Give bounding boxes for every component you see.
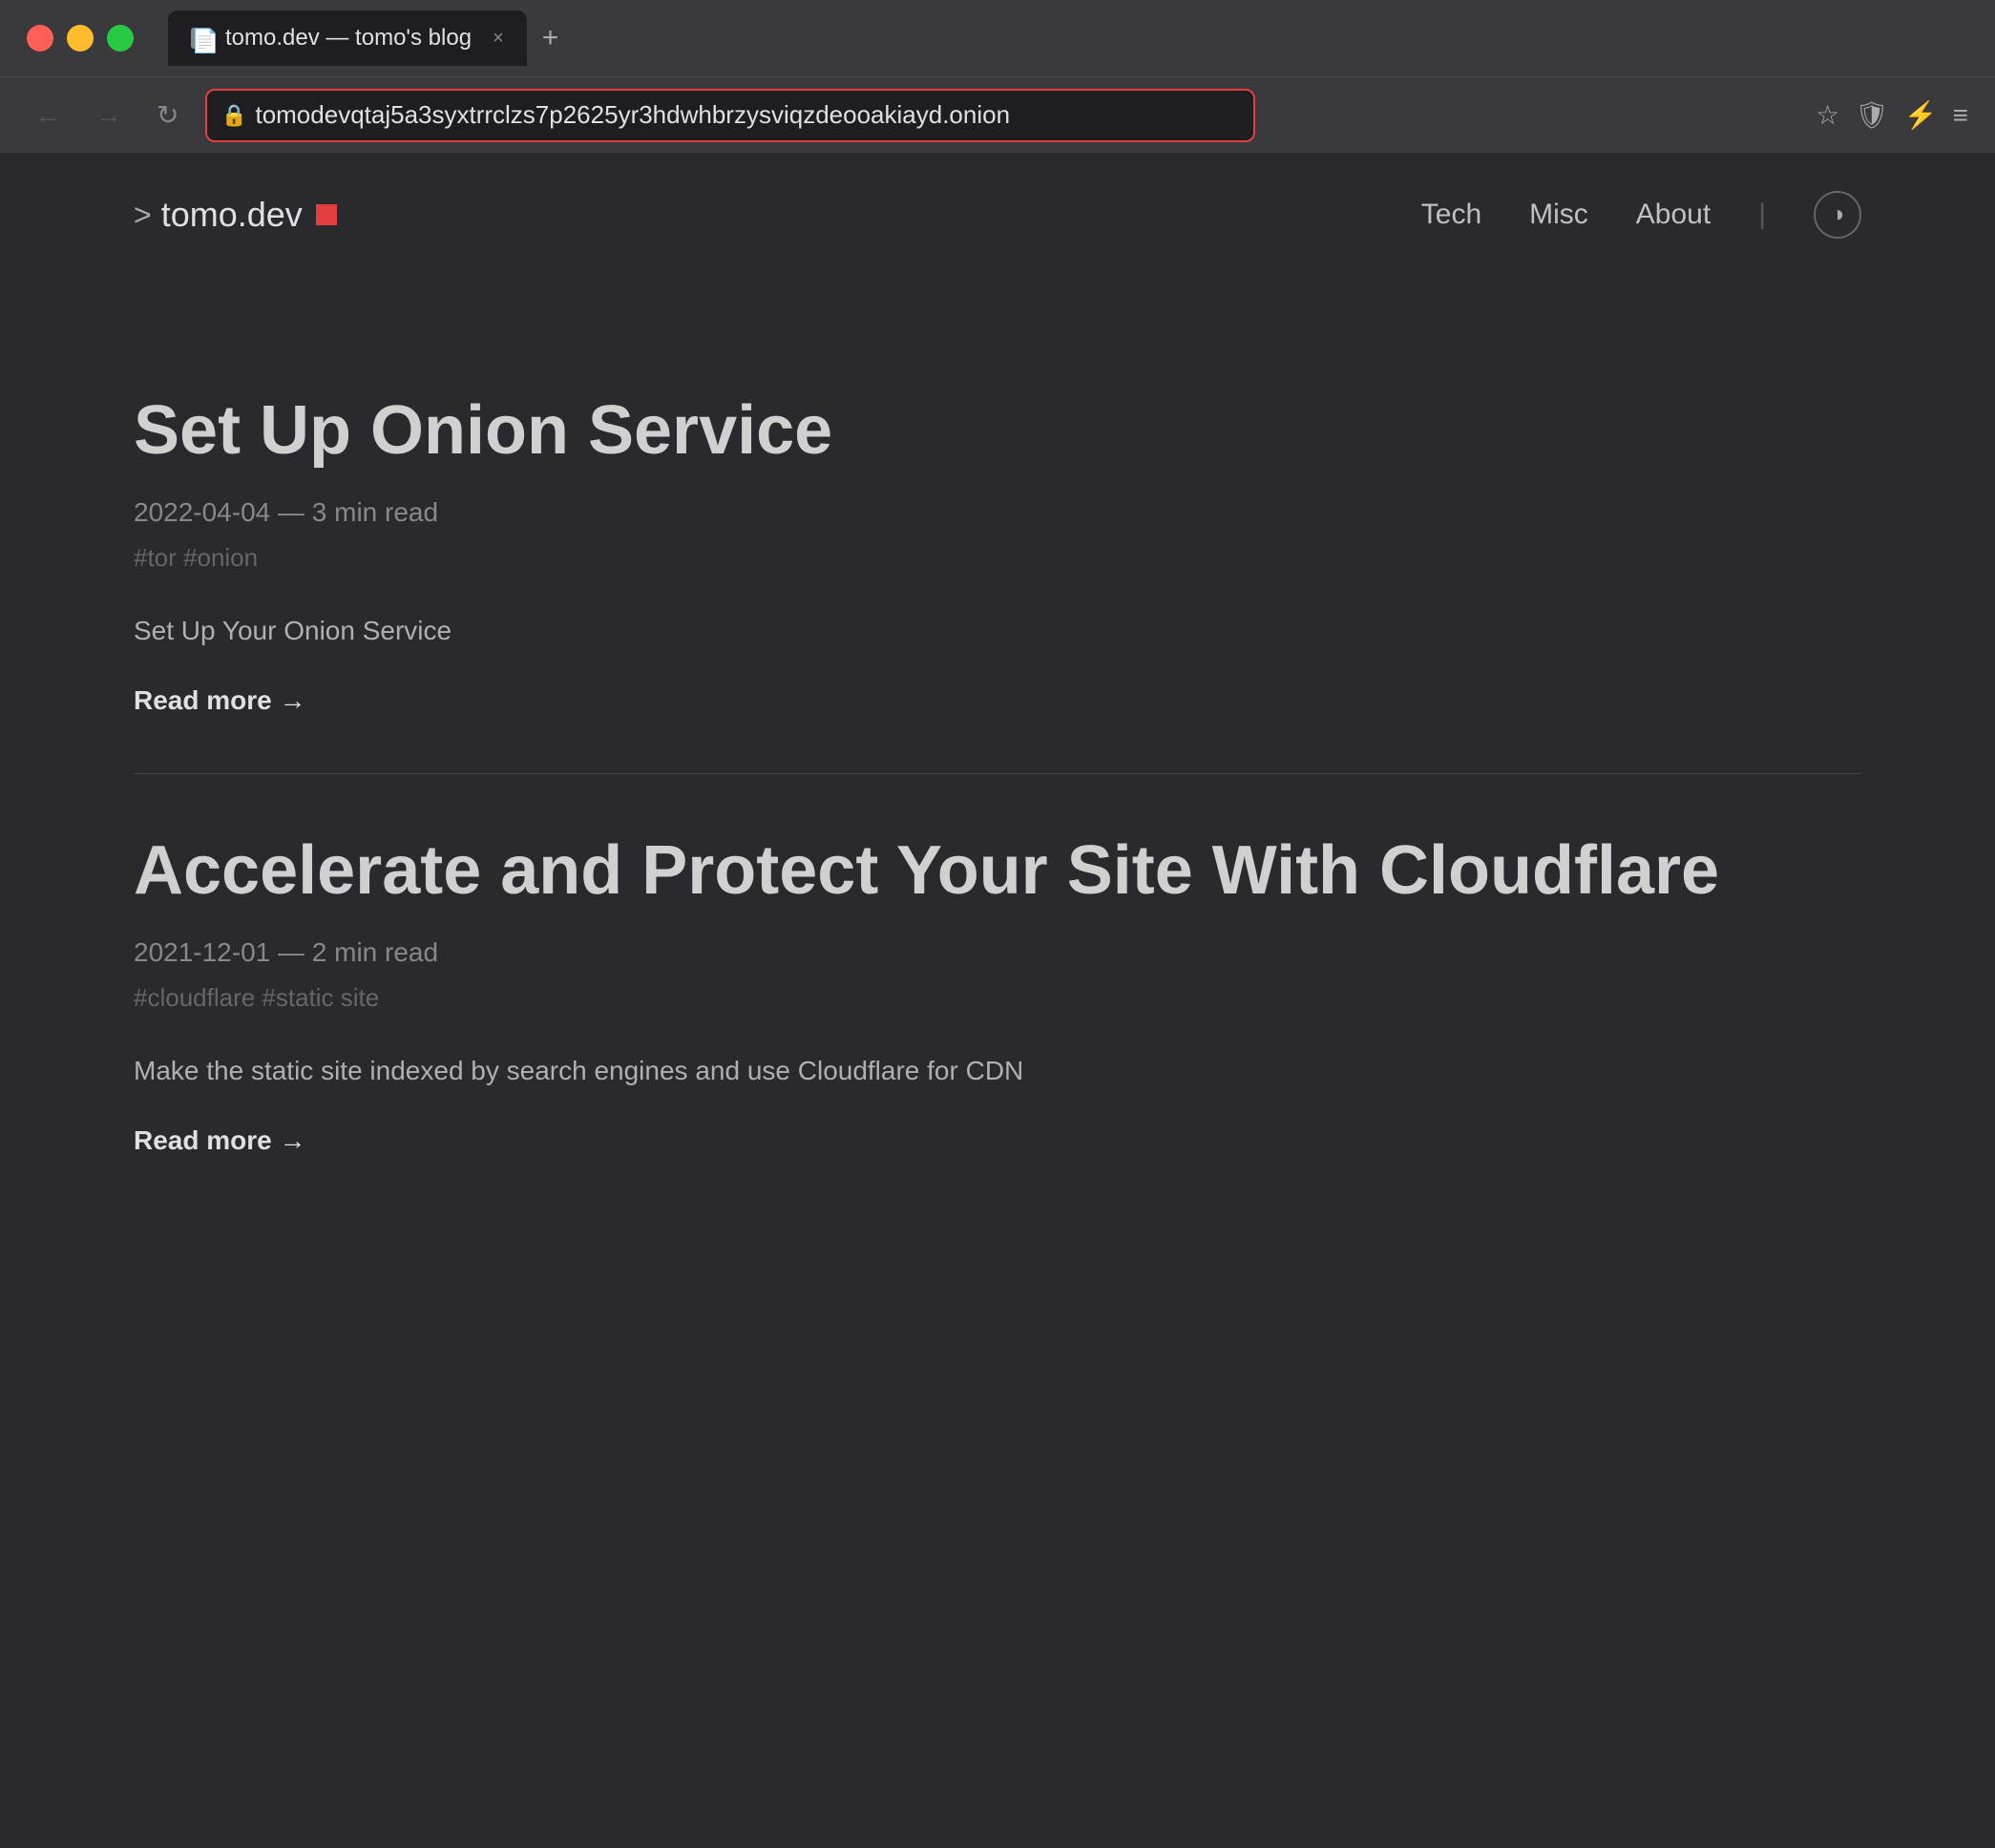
nav-tech-link[interactable]: Tech [1421, 199, 1481, 231]
post-1-read-more[interactable]: Read more → [134, 685, 306, 715]
post-2-read-more[interactable]: Read more → [134, 1125, 306, 1155]
post-1-excerpt: Set Up Your Onion Service [134, 611, 1861, 651]
active-tab[interactable]: 📄 tomo.dev — tomo's blog × [168, 10, 527, 66]
back-button[interactable]: ← [27, 93, 69, 138]
close-traffic-light[interactable] [27, 25, 53, 52]
nav-misc-link[interactable]: Misc [1529, 199, 1588, 231]
refresh-button[interactable]: ↻ [149, 92, 186, 138]
blog-post-1: Set Up Onion Service 2022-04-04 — 3 min … [134, 334, 1861, 773]
site-header: > tomo.dev Tech Misc About | ◑ [0, 153, 1995, 277]
address-bar-container: 🔒 tomodevqtaj5a3syxtrrclzs7p2625yr3hdwhb… [205, 89, 1255, 142]
traffic-lights [27, 25, 134, 52]
post-2-tags: #cloudflare #static site [134, 983, 1861, 1013]
logo-name: tomo.dev [161, 195, 303, 235]
nav-about-link[interactable]: About [1636, 199, 1711, 231]
post-2-excerpt: Make the static site indexed by search e… [134, 1051, 1861, 1091]
forward-button[interactable]: → [88, 93, 130, 138]
post-2-meta: 2021-12-01 — 2 min read [134, 937, 1861, 968]
tab-favicon: 📄 [191, 28, 212, 49]
tab-bar: 📄 tomo.dev — tomo's blog × + [168, 10, 558, 66]
site-logo[interactable]: > tomo.dev [134, 195, 337, 235]
logo-chevron-icon: > [134, 198, 152, 233]
post-1-title: Set Up Onion Service [134, 391, 1861, 471]
menu-button[interactable]: ≡ [1953, 99, 1968, 131]
tab-title: tomo.dev — tomo's blog [225, 25, 472, 52]
browser-window: 📄 tomo.dev — tomo's blog × + ← → ↻ 🔒 tom… [0, 0, 1995, 1848]
theme-toggle-button[interactable]: ◑ [1814, 191, 1861, 239]
blog-post-2: Accelerate and Protect Your Site With Cl… [134, 773, 1861, 1213]
new-tab-button[interactable]: + [542, 22, 559, 54]
extension-button[interactable]: ⚡ [1904, 99, 1938, 131]
address-text: tomodevqtaj5a3syxtrrclzs7p2625yr3hdwhbrz… [255, 100, 1010, 130]
site-nav: Tech Misc About | ◑ [1421, 191, 1861, 239]
minimize-traffic-light[interactable] [67, 25, 94, 52]
address-bar[interactable]: tomodevqtaj5a3syxtrrclzs7p2625yr3hdwhbrz… [205, 89, 1255, 142]
post-1-meta: 2022-04-04 — 3 min read [134, 497, 1861, 528]
nav-divider: | [1758, 199, 1766, 231]
post-2-title: Accelerate and Protect Your Site With Cl… [134, 831, 1861, 911]
title-bar: 📄 tomo.dev — tomo's blog × + [0, 0, 1995, 76]
shield-button[interactable]: 🛡 [1855, 99, 1889, 131]
bookmark-button[interactable]: ☆ [1816, 99, 1839, 131]
nav-actions: ☆ 🛡 ⚡ ≡ [1816, 99, 1968, 131]
main-content: Set Up Onion Service 2022-04-04 — 3 min … [0, 277, 1995, 1848]
page-content: > tomo.dev Tech Misc About | ◑ Set Up On… [0, 153, 1995, 1848]
post-1-tags: #tor #onion [134, 543, 1861, 573]
maximize-traffic-light[interactable] [107, 25, 134, 52]
nav-bar: ← → ↻ 🔒 tomodevqtaj5a3syxtrrclzs7p2625yr… [0, 76, 1995, 153]
tab-close-button[interactable]: × [493, 28, 504, 50]
address-security-icon: 🔒 [220, 103, 246, 128]
logo-square-icon [316, 204, 337, 225]
